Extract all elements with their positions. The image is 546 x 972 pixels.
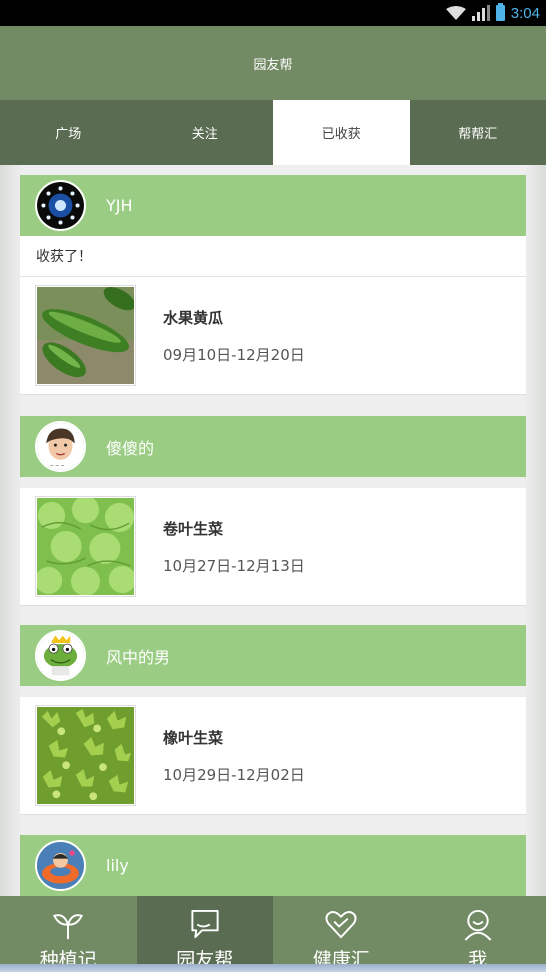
tab-label: 广场 bbox=[55, 127, 82, 142]
heart-icon bbox=[325, 910, 357, 939]
chat-bubble-icon bbox=[191, 909, 219, 939]
plant-name: 水果黄瓜 bbox=[163, 308, 224, 327]
card-header[interactable]: 风中的男 bbox=[20, 625, 526, 686]
app-bar: 园友帮 bbox=[0, 26, 546, 100]
avatar[interactable]: ~ ~ ~ bbox=[35, 421, 86, 472]
oakleaf-lettuce-photo bbox=[35, 705, 136, 806]
avatar[interactable] bbox=[35, 630, 86, 681]
cucumber-photo bbox=[35, 285, 136, 386]
nav-planting-log[interactable]: 种植记 bbox=[0, 896, 137, 972]
growing-period: 10月27日-12月13日 bbox=[163, 556, 305, 575]
tab-label: 已收获 bbox=[321, 127, 361, 142]
tab-help[interactable]: 帮帮汇 bbox=[410, 100, 546, 165]
harvest-card[interactable]: YJH 收获了！ 水果黄瓜 09月10日-12月20日 bbox=[20, 175, 526, 395]
harvest-card[interactable]: ~ ~ ~ 傻傻的 卷叶生菜 10月27日-12月13日 bbox=[20, 416, 526, 606]
username[interactable]: 风中的男 bbox=[106, 644, 170, 668]
system-nav-strip bbox=[0, 964, 546, 972]
wifi-icon bbox=[445, 6, 466, 20]
avatar[interactable] bbox=[35, 840, 86, 891]
tab-harvested[interactable]: 已收获 bbox=[273, 100, 410, 165]
growing-period: 09月10日-12月20日 bbox=[163, 345, 305, 364]
growing-period: 10月29日-12月02日 bbox=[163, 765, 305, 784]
nav-garden-friends[interactable]: 园友帮 bbox=[136, 896, 273, 972]
harvest-feed[interactable]: YJH 收获了！ 水果黄瓜 09月10日-12月20日 ~ ~ ~ 傻傻的 卷叶… bbox=[0, 165, 546, 896]
status-bar: 3:04 bbox=[0, 0, 546, 26]
nav-health[interactable]: 健康汇 bbox=[273, 896, 410, 972]
page-title: 园友帮 bbox=[253, 57, 293, 73]
avatar[interactable] bbox=[35, 180, 86, 231]
username[interactable]: 傻傻的 bbox=[106, 435, 154, 459]
card-message: 收获了！ bbox=[20, 236, 526, 277]
tab-plaza[interactable]: 广场 bbox=[0, 100, 137, 165]
plant-row[interactable]: 卷叶生菜 10月27日-12月13日 bbox=[20, 488, 526, 606]
card-header[interactable]: lily bbox=[20, 835, 526, 896]
person-icon bbox=[464, 909, 492, 941]
battery-icon bbox=[495, 3, 505, 21]
svg-text:~ ~ ~: ~ ~ ~ bbox=[50, 464, 65, 469]
lettuce-photo bbox=[35, 496, 136, 597]
tab-label: 帮帮汇 bbox=[458, 127, 498, 142]
username[interactable]: YJH bbox=[106, 196, 133, 215]
harvest-card[interactable]: lily bbox=[20, 835, 526, 896]
bottom-navigation: 种植记 园友帮 健康汇 我 bbox=[0, 896, 546, 972]
card-header[interactable]: YJH bbox=[20, 175, 526, 236]
plant-name: 卷叶生菜 bbox=[163, 519, 224, 538]
card-header[interactable]: ~ ~ ~ 傻傻的 bbox=[20, 416, 526, 477]
plant-name: 橡叶生菜 bbox=[163, 728, 224, 747]
sprout-icon bbox=[53, 914, 84, 940]
nav-me[interactable]: 我 bbox=[410, 896, 546, 972]
clock: 3:04 bbox=[510, 4, 540, 22]
harvest-card[interactable]: 风中的男 橡叶生菜 10月29日-12月02日 bbox=[20, 625, 526, 815]
tab-following[interactable]: 关注 bbox=[137, 100, 274, 165]
plant-row[interactable]: 橡叶生菜 10月29日-12月02日 bbox=[20, 697, 526, 815]
tab-label: 关注 bbox=[191, 127, 218, 142]
username[interactable]: lily bbox=[106, 856, 129, 875]
plant-row[interactable]: 水果黄瓜 09月10日-12月20日 bbox=[20, 277, 526, 395]
tab-bar: 广场 关注 已收获 帮帮汇 bbox=[0, 100, 546, 165]
signal-icon bbox=[471, 5, 490, 21]
